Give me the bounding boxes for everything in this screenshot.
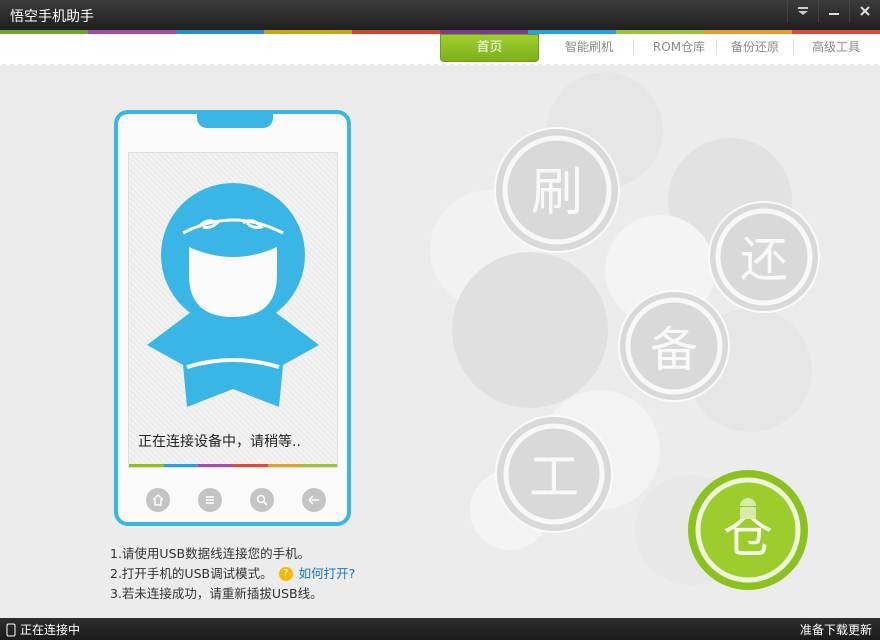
main-area: 刷 还 备 工 仓 正在连接设备中，请稍等.. 1.请使用USB数据线连接您的手… [0,70,880,618]
warehouse-icon[interactable]: 仓 [688,470,808,590]
close-icon [860,6,870,16]
status-left: 正在连接中 [6,621,80,638]
help-question-icon: ? [278,567,293,581]
window-controls [787,0,880,22]
tab-advanced-tools[interactable]: 高级工具 [806,34,866,60]
tools-icon[interactable]: 工 [495,415,613,533]
tools-label: 工 [529,448,579,506]
home-icon [146,488,170,512]
tab-divider [793,39,794,55]
app-title: 悟空手机助手 [10,9,94,25]
instruction-line-2-row: 2.打开手机的USB调试模式。 ? 如何打开? [110,564,355,584]
nav-bar: 首页 智能刷机 ROM仓库 备份还原 高级工具 [0,34,880,64]
phone-buttons [146,488,326,512]
android-icon [740,498,756,519]
menu-icon [198,488,222,512]
update-status-text[interactable]: 准备下载更新 [800,621,872,638]
menu-dropdown-button[interactable] [787,0,818,22]
backup-icon[interactable]: 备 [618,290,730,402]
restore-icon[interactable]: 还 [708,201,820,313]
minimize-button[interactable] [818,0,849,22]
tab-rom-warehouse[interactable]: ROM仓库 [648,34,710,60]
phone-illustration: 正在连接设备中，请稍等.. [114,110,351,526]
search-icon [250,488,274,512]
tab-smart-flash[interactable]: 智能刷机 [558,34,620,60]
tab-divider [633,39,634,55]
title-bar: 悟空手机助手 [0,0,880,30]
connecting-status: 正在连接设备中，请稍等.. [138,434,301,450]
tab-divider [716,39,717,55]
instruction-line-3: 3.若未连接成功，请重新插拔USB线。 [110,586,323,601]
how-to-open-link[interactable]: 如何打开? [299,564,356,584]
feature-bubbles: 刷 还 备 工 仓 [430,72,820,590]
screen-color-strip [129,464,338,467]
phone-notch [197,110,273,128]
phone-screen: 正在连接设备中，请稍等.. [128,152,338,468]
instruction-line-1: 1.请使用USB数据线连接您的手机。 [110,546,311,561]
tab-home[interactable]: 首页 [440,34,539,62]
flash-icon[interactable]: 刷 [494,127,620,253]
wukong-logo [147,183,319,407]
back-icon [302,488,326,512]
connection-status-text: 正在连接中 [20,623,81,637]
status-bar: 正在连接中 准备下载更新 [0,618,880,640]
phone-icon [6,623,16,636]
backup-label: 备 [650,322,698,378]
connection-instructions: 1.请使用USB数据线连接您的手机。 2.打开手机的USB调试模式。 ? 如何打… [110,544,355,604]
close-button[interactable] [849,0,880,22]
restore-label: 还 [740,232,788,288]
zigzag-edge [0,62,880,70]
minimize-icon [829,13,839,15]
tab-backup-restore[interactable]: 备份还原 [726,34,784,60]
instruction-line-2: 2.打开手机的USB调试模式。 [110,566,273,581]
dropdown-icon [798,7,808,15]
flash-label: 刷 [531,163,583,223]
